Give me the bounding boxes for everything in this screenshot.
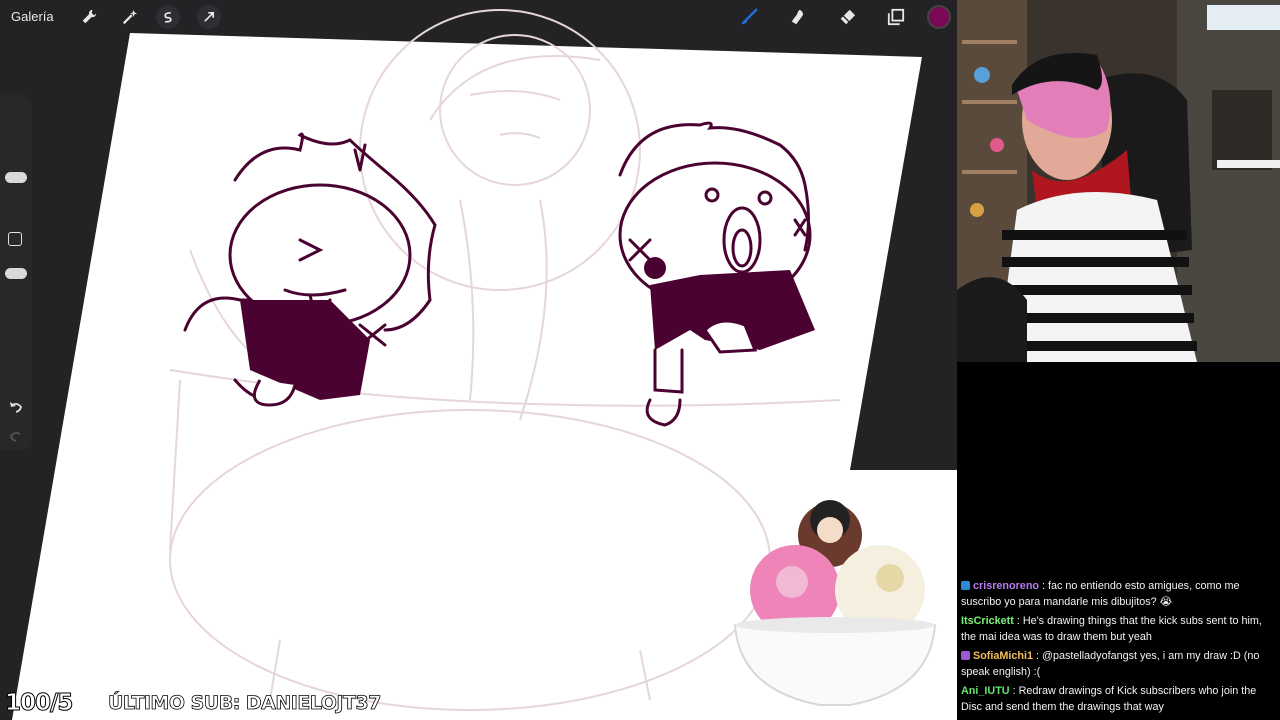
layers-icon[interactable] (878, 2, 913, 32)
sub-goal-counter: 100/5 (4, 690, 73, 717)
redo-icon[interactable] (8, 428, 24, 444)
modify-button[interactable] (8, 232, 22, 246)
chat-username[interactable]: crisrenoreno (973, 580, 1039, 592)
chat-message: Ani_IUTU : Redraw drawings of Kick subsc… (961, 685, 1257, 713)
brush-opacity-slider[interactable] (5, 268, 27, 279)
wrench-icon[interactable] (74, 2, 104, 32)
ice-cream-bowl-overlay (733, 500, 937, 706)
brush-sidebar (0, 95, 32, 450)
eraser-icon[interactable] (829, 2, 864, 32)
chat-username[interactable]: Ani_IUTU (961, 685, 1010, 697)
gallery-button[interactable]: Galería (11, 9, 54, 24)
stream-chat: crisrenoreno : fac no entiendo esto amig… (957, 362, 1280, 720)
chat-message: crisrenoreno : fac no entiendo esto amig… (961, 580, 1240, 608)
top-toolbar: Galería (0, 0, 957, 33)
webcam-feed (957, 0, 1280, 362)
last-subscriber-label: ÚLTIMO SUB: DANIELOJT37 (108, 692, 382, 715)
subscriber-badge-icon (961, 581, 970, 590)
brush-icon[interactable] (731, 2, 766, 32)
transform-icon[interactable] (196, 4, 221, 29)
tool-group (731, 2, 954, 32)
smudge-icon[interactable] (780, 2, 815, 32)
chat-username[interactable]: ItsCrickett (961, 615, 1014, 627)
chat-message-list: crisrenoreno : fac no entiendo esto amig… (957, 578, 1280, 720)
selection-icon[interactable] (155, 4, 180, 29)
color-swatch[interactable] (927, 5, 951, 29)
gamer-badge-icon (961, 651, 970, 660)
undo-icon[interactable] (8, 399, 24, 415)
magic-wand-icon[interactable] (115, 2, 145, 32)
chat-message: ItsCrickett : He's drawing things that t… (961, 615, 1262, 643)
chat-message: SofiaMichi1 : @pastelladyofangst yes, i … (961, 650, 1260, 678)
brush-size-slider[interactable] (5, 172, 27, 183)
chat-username[interactable]: SofiaMichi1 (973, 650, 1033, 662)
